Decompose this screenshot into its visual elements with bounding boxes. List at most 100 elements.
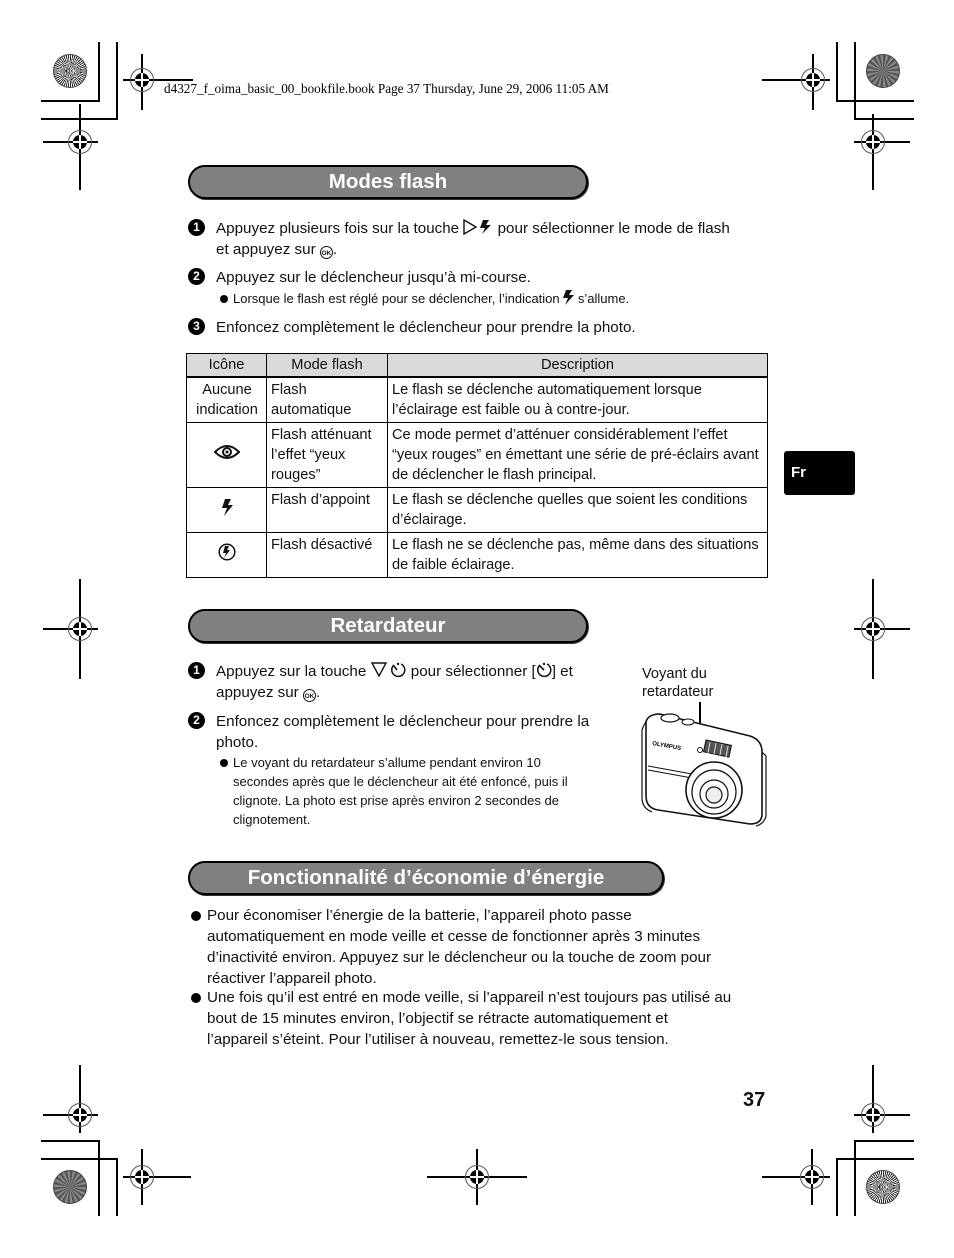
description-cell: Le flash se déclenche quelles que soient… xyxy=(387,487,768,533)
note-line: Le voyant du retardateur s’allume pendan… xyxy=(233,755,541,770)
mode-cell: Flash d’appoint xyxy=(266,487,388,533)
color-target-icon xyxy=(866,54,900,88)
color-target-icon xyxy=(866,1170,900,1204)
step-number: 2 xyxy=(188,712,205,729)
callout-line: Voyant du xyxy=(642,666,707,682)
note-text: Lorsque le flash est réglé pour se décle… xyxy=(233,291,560,306)
note-line: clignote. La photo est prise après envir… xyxy=(233,793,559,808)
paragraph-line: Une fois qu’il est entré en mode veille,… xyxy=(207,989,732,1006)
timer-step-2-note: Le voyant du retardateur s’allume pendan… xyxy=(233,753,568,829)
paragraph-line: bout de 15 minutes environ, l’objectif s… xyxy=(207,1010,668,1027)
step-text: appuyez sur xyxy=(216,684,299,701)
step-number: 2 xyxy=(188,268,205,285)
description-cell: Ce mode permet d’atténuer considérableme… xyxy=(387,422,768,488)
step-number: 3 xyxy=(188,318,205,335)
down-selftimer-button-icon xyxy=(370,662,405,678)
note-line: secondes après que le déclencheur ait ét… xyxy=(233,774,568,789)
page-number: 37 xyxy=(743,1089,766,1111)
timer-step-2: Enfoncez complètement le déclencheur pou… xyxy=(216,711,589,753)
step-number: 1 xyxy=(188,219,205,236)
step-text: Appuyez sur la touche xyxy=(216,663,367,680)
flash-off-icon xyxy=(218,543,236,561)
timer-step-1: Appuyez sur la touche pour sélectionner … xyxy=(216,661,636,703)
flash-icon xyxy=(563,290,575,305)
flash-step-1: Appuyez plusieurs fois sur la touche pou… xyxy=(216,218,776,260)
crop-line xyxy=(854,1140,856,1216)
color-target-icon xyxy=(53,1170,87,1204)
table-row: Flash désactivé Le flash ne se déclenche… xyxy=(186,532,768,578)
section-title-self-timer: Retardateur xyxy=(188,609,588,643)
crop-line xyxy=(836,1158,838,1216)
description-cell: Le flash ne se déclenche pas, même dans … xyxy=(387,532,768,578)
step-text: et appuyez sur xyxy=(216,241,316,258)
red-eye-icon xyxy=(213,445,241,459)
bullet-icon xyxy=(220,295,228,303)
flash-step-2-note: Lorsque le flash est réglé pour se décle… xyxy=(233,289,629,308)
crop-line xyxy=(98,42,100,102)
bullet-icon xyxy=(191,993,201,1003)
column-header: Mode flash xyxy=(266,353,388,378)
section-title-flash-modes: Modes flash xyxy=(188,165,588,199)
camera-callout-label: Voyant du retardateur xyxy=(642,665,713,701)
camera-illustration: OLYMPUS xyxy=(641,702,767,827)
icon-cell xyxy=(186,422,267,488)
crop-line xyxy=(98,1140,100,1216)
crop-line xyxy=(836,100,914,102)
mode-cell: Flash automatique xyxy=(266,376,388,423)
crop-line xyxy=(836,1158,914,1160)
flash-step-2: Appuyez sur le déclencheur jusqu’à mi-co… xyxy=(216,269,531,286)
paragraph-line: réactiver l’appareil photo. xyxy=(207,970,377,987)
power-bullet-2: Une fois qu’il est entré en mode veille,… xyxy=(207,987,731,1050)
paragraph-line: automatiquement en mode veille et cesse … xyxy=(207,928,701,945)
description-cell: Le flash se déclenche automatiquement lo… xyxy=(387,376,768,423)
print-header: d4327_f_oima_basic_00_bookfile.book Page… xyxy=(164,81,609,96)
crop-line xyxy=(836,42,838,102)
table-row: Flash atténuant l’effet “yeux rouges” Ce… xyxy=(186,422,768,488)
flash-step-3: Enfoncez complètement le déclencheur pou… xyxy=(216,319,636,336)
step-text: Appuyez plusieurs fois sur la touche xyxy=(216,220,460,237)
step-text: . xyxy=(315,684,321,701)
crop-line xyxy=(854,42,856,120)
icon-cell: Aucune indication xyxy=(186,376,267,423)
step-text: . xyxy=(332,241,338,258)
ok-button-icon: OK xyxy=(302,689,316,702)
step-text: pour sélectionner [ xyxy=(410,663,536,680)
step-text: ] et xyxy=(551,663,573,680)
step-text: Enfoncez complètement le déclencheur pou… xyxy=(216,713,590,730)
right-flash-button-icon xyxy=(463,219,492,235)
note-text: s’allume. xyxy=(577,291,630,306)
column-header: Description xyxy=(387,353,768,378)
paragraph-line: Pour économiser l’énergie de la batterie… xyxy=(207,907,632,924)
table-row: Flash d’appoint Le flash se déclenche qu… xyxy=(186,487,768,533)
step-text: photo. xyxy=(216,734,259,751)
callout-line: retardateur xyxy=(642,684,714,700)
crop-line xyxy=(854,118,914,120)
crop-line xyxy=(41,100,99,102)
mode-cell: Flash atténuant l’effet “yeux rouges” xyxy=(266,422,388,488)
bullet-icon xyxy=(220,759,228,767)
crop-line xyxy=(41,1158,117,1160)
paragraph-line: d’inactivité environ. Appuyez sur le déc… xyxy=(207,949,712,966)
step-text: pour sélectionner le mode de flash xyxy=(497,220,730,237)
crop-line xyxy=(116,42,118,120)
icon-cell xyxy=(186,532,267,578)
section-title-power-saving: Fonctionnalité d’économie d’énergie xyxy=(188,861,664,895)
color-target-icon xyxy=(53,54,87,88)
language-tab: Fr xyxy=(784,451,855,495)
icon-cell xyxy=(186,487,267,533)
power-bullet-1: Pour économiser l’énergie de la batterie… xyxy=(207,905,711,989)
note-line: clignotement. xyxy=(233,812,311,827)
step-number: 1 xyxy=(188,662,205,679)
table-row: Aucune indication Flash automatique Le f… xyxy=(186,376,768,423)
paragraph-line: l’appareil s’éteint. Pour l’utiliser à n… xyxy=(207,1031,669,1048)
bullet-icon xyxy=(191,911,201,921)
crop-line xyxy=(41,1140,99,1142)
selftimer-icon xyxy=(536,662,552,678)
column-header: Icône xyxy=(186,353,267,378)
ok-button-icon: OK xyxy=(319,246,333,259)
flash-modes-table: Icône Mode flash Description Aucune indi… xyxy=(186,353,768,578)
crop-line xyxy=(854,1140,914,1142)
table-header-row: Icône Mode flash Description xyxy=(186,353,768,378)
mode-cell: Flash désactivé xyxy=(266,532,388,578)
flash-icon xyxy=(221,498,233,516)
